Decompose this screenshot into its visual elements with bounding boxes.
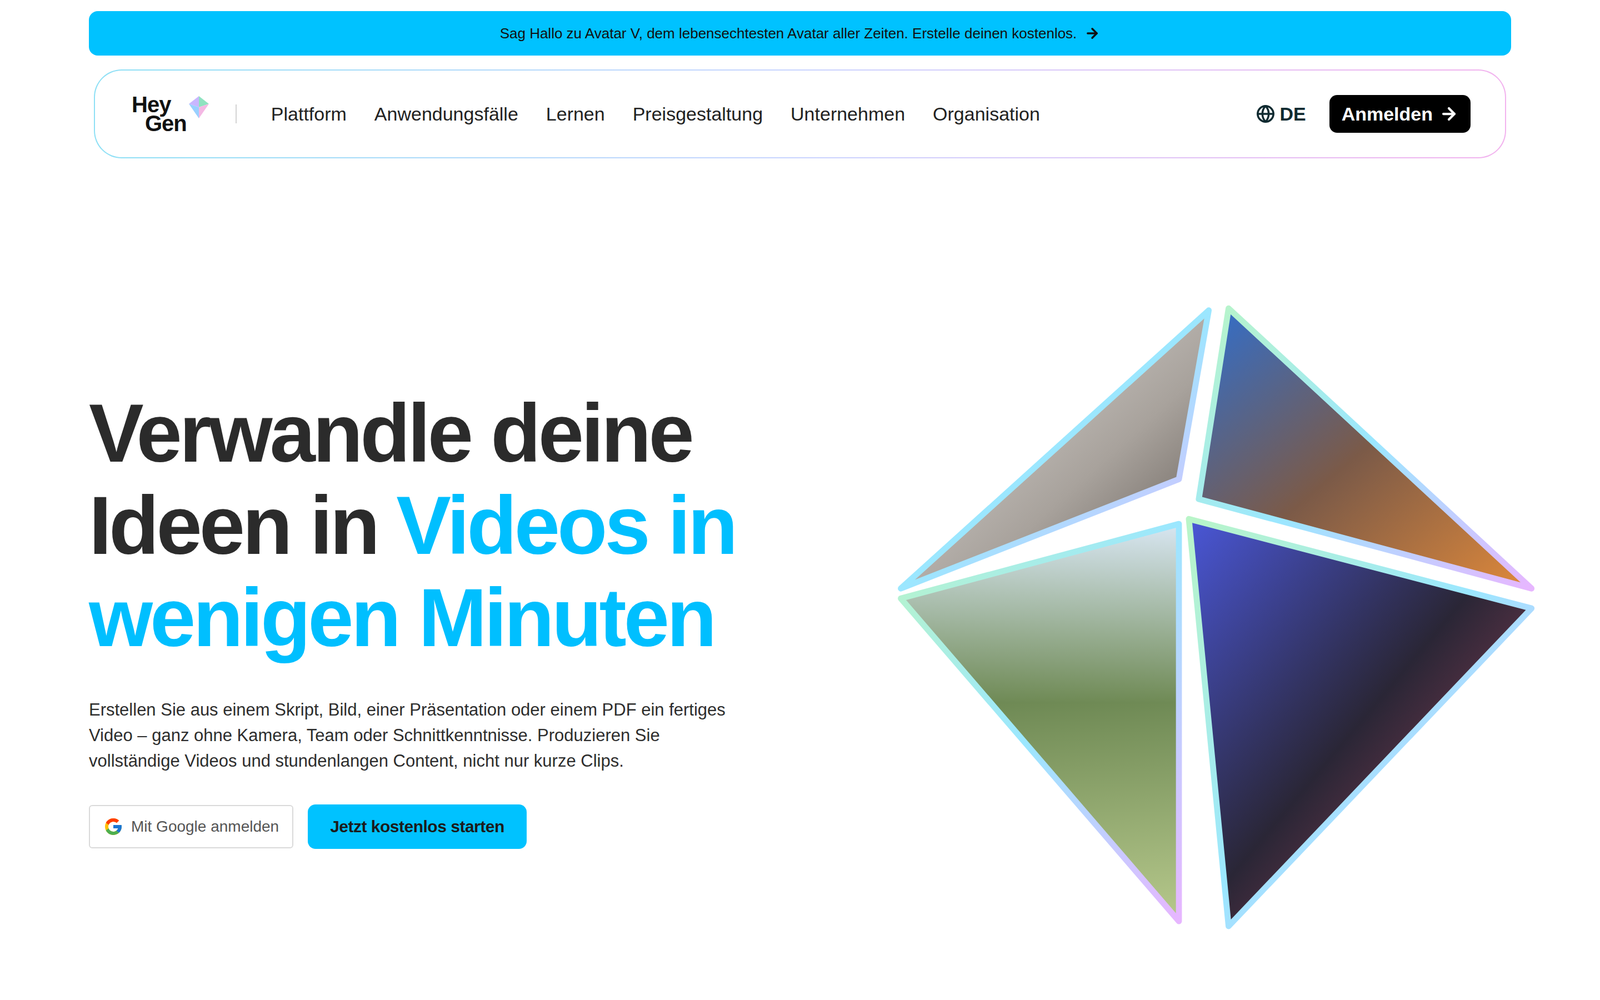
logo-line-2: Gen: [131, 113, 187, 133]
headline-line: Verwandle deine: [88, 387, 867, 480]
start-free-button[interactable]: Jetzt kostenlos starten: [307, 804, 527, 849]
nav-frame: HeyGen Plattform Anwendungsfälle Lernen Prei…: [93, 69, 1507, 159]
headline-line: Ideen inVideos in: [88, 479, 867, 572]
hero-avatar-collage: [888, 297, 1545, 939]
nav-item[interactable]: Lernen: [546, 100, 605, 129]
announcement-banner[interactable]: Sag Hallo zu Avatar V, dem lebensechtest…: [88, 11, 1512, 56]
nav-item[interactable]: Anwendungsfälle: [374, 100, 519, 129]
logo-gem-icon: [186, 95, 212, 120]
headline-segment: wenigen Minuten: [88, 571, 714, 664]
navbar: HeyGen Plattform Anwendungsfälle Lernen Prei…: [95, 70, 1505, 158]
landscape-tile-bottom-left: [900, 523, 1179, 922]
google-signin-button[interactable]: Mit Google anmelden: [88, 805, 294, 849]
headline-segment: Ideen in: [88, 479, 378, 572]
google-icon: [103, 816, 124, 837]
headline-line: wenigen Minuten: [88, 571, 867, 664]
page: Sag Hallo zu Avatar V, dem lebensechtest…: [0, 0, 1600, 1000]
banner-text: Sag Hallo zu Avatar V, dem lebensechtest…: [500, 22, 1078, 45]
language-switcher[interactable]: DE: [1256, 100, 1306, 129]
nav-menu: Plattform Anwendungsfälle Lernen Preisgesta…: [271, 100, 1040, 129]
avatar-tile-bottom-right: [1188, 518, 1532, 927]
headline-segment: Videos in: [396, 479, 735, 572]
arrow-right-icon: [1439, 104, 1459, 124]
nav-item[interactable]: Unternehmen: [790, 100, 905, 129]
logo-line-1: Hey: [131, 95, 187, 114]
headline-segment: Verwandle deine: [88, 387, 692, 480]
nav-divider: [235, 104, 237, 124]
login-button[interactable]: Anmelden: [1329, 95, 1471, 133]
nav-item[interactable]: Organisation: [932, 100, 1040, 129]
nav-item[interactable]: Plattform: [271, 100, 347, 129]
hero-headline: Verwandle deineIdeen inVideos inwenigen …: [88, 387, 867, 664]
hero-description: Erstellen Sie aus einem Skript, Bild, ei…: [88, 697, 745, 774]
nav-item[interactable]: Preisgestaltung: [632, 100, 763, 129]
hero-actions: Mit Google anmelden Jetzt kostenlos start…: [88, 804, 867, 849]
globe-icon: [1256, 104, 1275, 124]
hero-text: Verwandle deineIdeen inVideos inwenigen …: [88, 387, 867, 849]
hero: Verwandle deineIdeen inVideos inwenigen …: [0, 158, 1600, 939]
arrow-right-icon: [1084, 25, 1100, 42]
logo[interactable]: HeyGen: [131, 95, 212, 133]
